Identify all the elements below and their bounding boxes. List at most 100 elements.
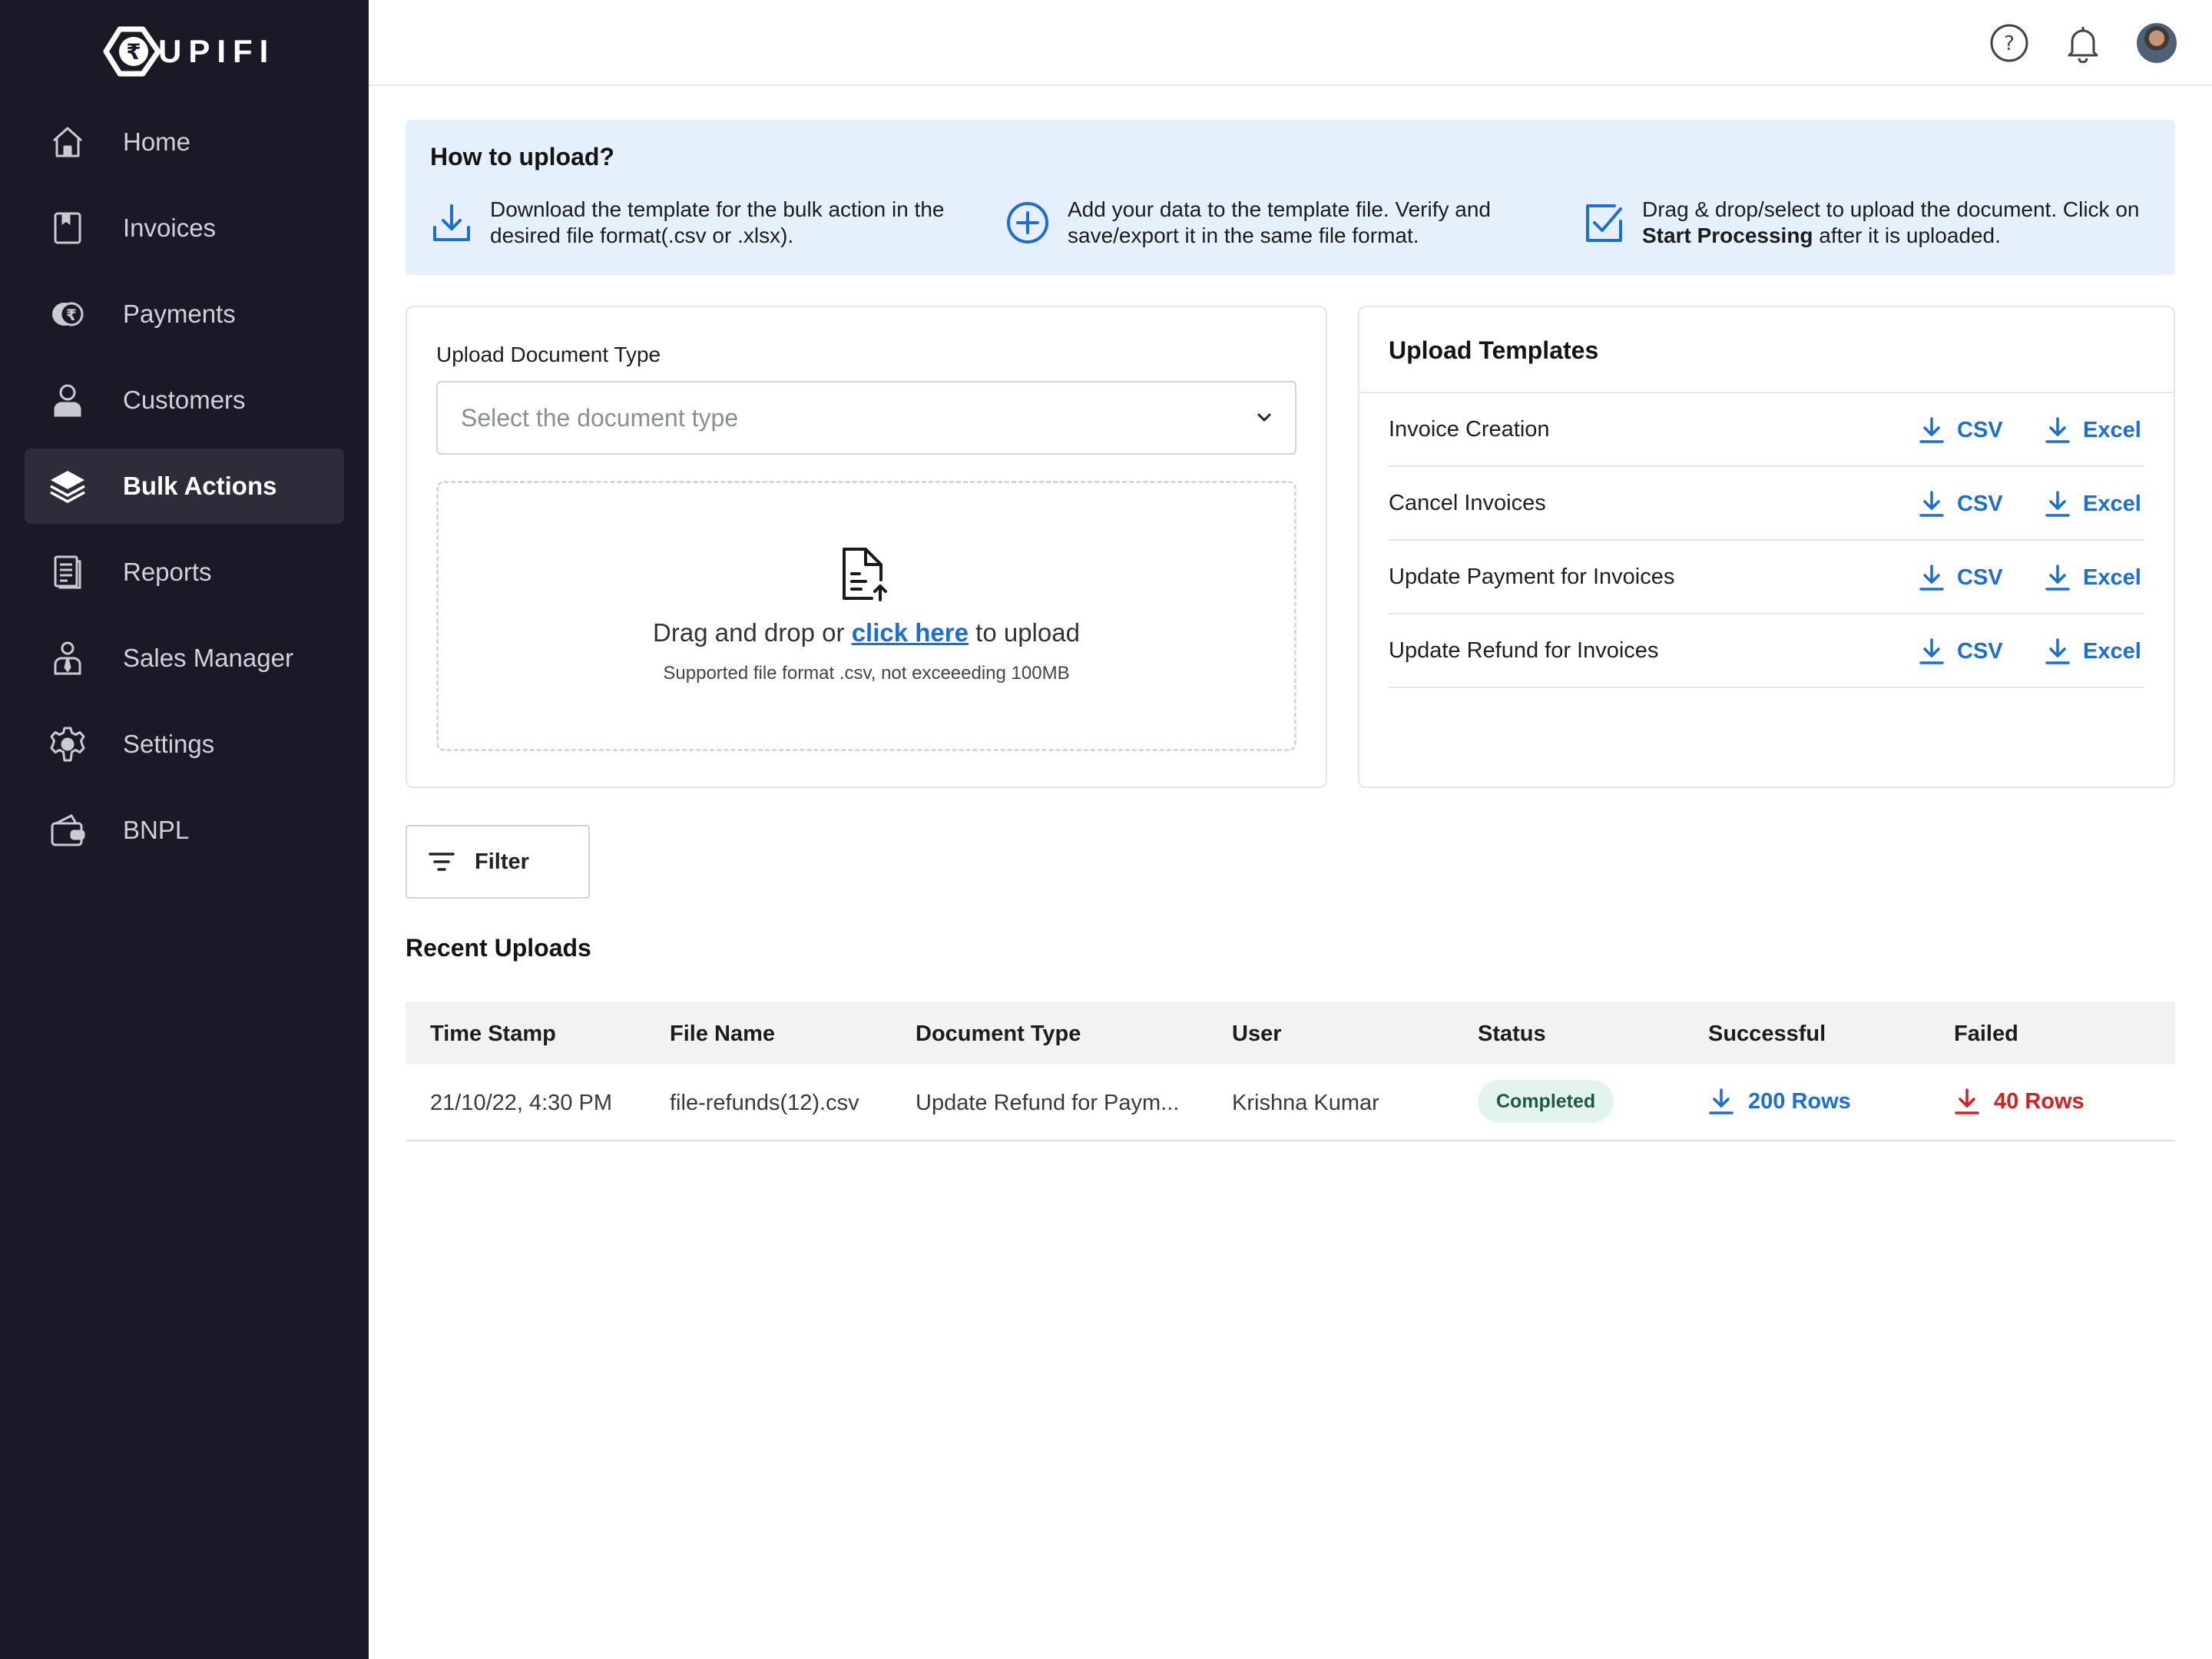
excel-label: Excel <box>2083 491 2141 516</box>
document-type-label: Upload Document Type <box>436 343 661 366</box>
step-add-data-text: Add your data to the template file. Veri… <box>1068 197 1492 247</box>
template-row: Cancel Invoices CSV Excel <box>1389 467 2144 541</box>
download-icon <box>1955 1088 1979 1114</box>
filter-label: Filter <box>475 849 529 874</box>
download-icon <box>1709 1088 1734 1114</box>
column-header[interactable]: Status <box>1478 1022 1546 1047</box>
file-name-cell: file-refunds(12).csv <box>670 1091 859 1115</box>
report-icon <box>48 552 88 592</box>
successful-rows-download[interactable]: 200 Rows <box>1708 1088 1851 1115</box>
checkbox-icon <box>1584 201 1624 244</box>
step-upload: Drag & drop/select to upload the documen… <box>1584 197 2167 249</box>
bell-icon[interactable] <box>2063 23 2103 63</box>
wallet-icon <box>48 810 88 850</box>
sidebar-item-invoices[interactable]: Invoices <box>25 190 344 266</box>
recent-uploads-title: Recent Uploads <box>406 934 591 962</box>
sidebar-item-label: BNPL <box>123 816 190 844</box>
excel-label: Excel <box>2083 565 2141 590</box>
status-badge: Completed <box>1478 1080 1614 1123</box>
user-icon <box>48 380 88 420</box>
download-csv-button[interactable]: CSV <box>1919 490 2003 518</box>
upload-document-card: Upload Document Type Select the document… <box>406 306 1327 788</box>
sidebar-nav: Home Invoices ₹ Payments Customers Bulk … <box>25 104 344 879</box>
sidebar-item-reports[interactable]: Reports <box>25 535 344 610</box>
recent-uploads-table: Time Stamp File Name Document Type User … <box>406 1002 2175 1141</box>
csv-label: CSV <box>1957 565 2003 590</box>
download-icon <box>2045 638 2070 664</box>
download-icon <box>1919 491 1944 517</box>
logo-text: UPIFI <box>158 33 276 69</box>
csv-label: CSV <box>1957 417 2003 442</box>
how-to-upload-panel: How to upload? Download the template for… <box>406 120 2175 275</box>
sidebar-item-label: Bulk Actions <box>123 472 277 500</box>
document-type-placeholder: Select the document type <box>461 403 739 432</box>
excel-label: Excel <box>2083 417 2141 442</box>
step-upload-text: Drag & drop/select to upload the documen… <box>1642 197 2167 249</box>
sidebar-item-bulk-actions[interactable]: Bulk Actions <box>25 449 344 524</box>
sidebar-item-bnpl[interactable]: BNPL <box>25 793 344 868</box>
csv-label: CSV <box>1957 638 2003 664</box>
sidebar: ₹ UPIFI Home Invoices ₹ Payments Custome… <box>0 0 369 1659</box>
template-row: Invoice Creation CSV Excel <box>1389 393 2144 467</box>
sidebar-item-label: Payments <box>123 300 236 328</box>
template-name: Cancel Invoices <box>1389 490 1546 515</box>
table-header: Time Stamp File Name Document Type User … <box>406 1002 2175 1065</box>
step-download-text: Download the template for the bulk actio… <box>490 197 945 247</box>
chevron-down-icon <box>1255 409 1273 427</box>
timestamp-cell: 21/10/22, 4:30 PM <box>430 1091 612 1115</box>
template-row: Update Refund for Invoices CSV Excel <box>1389 614 2144 688</box>
sidebar-item-sales-manager[interactable]: Sales Manager <box>25 621 344 696</box>
sidebar-item-label: Settings <box>123 730 215 758</box>
download-csv-button[interactable]: CSV <box>1919 564 2003 591</box>
sidebar-item-label: Home <box>123 127 191 156</box>
sidebar-item-label: Invoices <box>123 214 217 242</box>
sidebar-item-label: Sales Manager <box>123 644 293 672</box>
svg-text:₹: ₹ <box>126 39 141 65</box>
layers-icon <box>48 466 88 506</box>
sidebar-item-label: Customers <box>123 386 246 414</box>
table-row[interactable]: 21/10/22, 4:30 PM file-refunds(12).csv U… <box>406 1065 2175 1141</box>
download-excel-button[interactable]: Excel <box>2045 490 2141 518</box>
column-header[interactable]: Successful <box>1708 1022 1826 1047</box>
app-logo[interactable]: ₹ UPIFI <box>103 23 275 80</box>
invoice-icon <box>48 208 88 248</box>
download-excel-button[interactable]: Excel <box>2045 564 2141 591</box>
download-excel-button[interactable]: Excel <box>2045 637 2141 665</box>
template-name: Invoice Creation <box>1389 416 1550 442</box>
filter-button[interactable]: Filter <box>406 825 590 899</box>
click-here-link[interactable]: click here <box>852 618 969 647</box>
plus-circle-icon <box>1006 201 1049 244</box>
column-header[interactable]: File Name <box>670 1022 775 1047</box>
download-csv-button[interactable]: CSV <box>1919 416 2003 444</box>
file-upload-icon <box>838 545 892 603</box>
column-header[interactable]: Failed <box>1954 1022 2018 1047</box>
document-type-cell: Update Refund for Paym... <box>916 1091 1180 1115</box>
failed-rows-label: 40 Rows <box>1994 1088 2085 1114</box>
column-header[interactable]: User <box>1232 1022 1282 1047</box>
dropzone-text-part: to upload <box>968 618 1080 647</box>
download-csv-button[interactable]: CSV <box>1919 637 2003 665</box>
template-list: Invoice Creation CSV Excel Cancel Invoic… <box>1389 393 2144 688</box>
download-icon <box>1919 417 1944 443</box>
filter-icon <box>429 853 455 871</box>
file-dropzone[interactable]: Drag and drop or click here to upload Su… <box>436 481 1296 751</box>
step-upload-text-part: after it is uploaded. <box>1813 224 2001 247</box>
avatar[interactable] <box>2137 23 2177 63</box>
sidebar-item-home[interactable]: Home <box>25 104 344 180</box>
download-excel-button[interactable]: Excel <box>2045 416 2141 444</box>
template-name: Update Refund for Invoices <box>1389 637 1659 663</box>
dropzone-text: Drag and drop or click here to upload <box>439 618 1294 647</box>
sidebar-item-payments[interactable]: ₹ Payments <box>25 276 344 352</box>
sidebar-item-customers[interactable]: Customers <box>25 363 344 438</box>
document-type-select[interactable]: Select the document type <box>436 381 1296 455</box>
failed-rows-download[interactable]: 40 Rows <box>1954 1088 2085 1115</box>
help-icon[interactable]: ? <box>1989 23 2029 63</box>
column-header[interactable]: Time Stamp <box>430 1022 556 1047</box>
successful-rows-label: 200 Rows <box>1748 1088 1851 1114</box>
download-icon <box>432 201 472 244</box>
sidebar-item-settings[interactable]: Settings <box>25 707 344 782</box>
svg-text:?: ? <box>2004 32 2015 55</box>
step-upload-text-part: Drag & drop/select to upload the documen… <box>1642 197 2140 221</box>
start-processing-label: Start Processing <box>1642 224 1813 247</box>
column-header[interactable]: Document Type <box>916 1022 1081 1047</box>
